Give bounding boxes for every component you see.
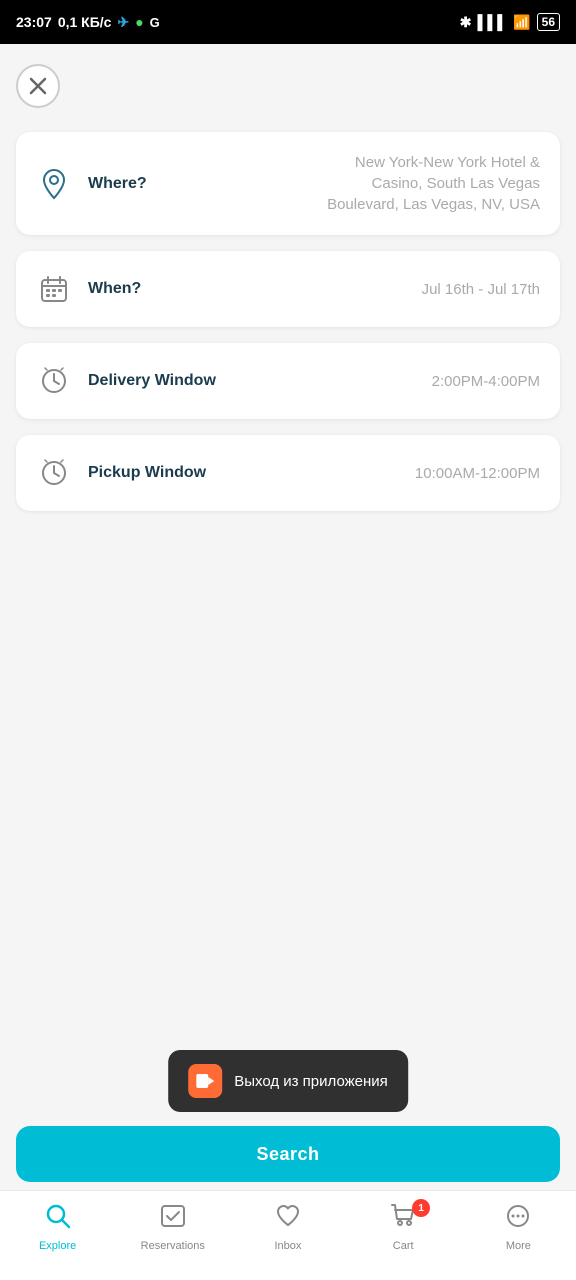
pickup-value: 10:00AM-12:00PM (415, 463, 540, 484)
close-button[interactable] (16, 64, 60, 108)
nav-item-explore[interactable]: Explore (23, 1203, 93, 1252)
status-right: ✱ ▌▌▌ 📶 56 (460, 13, 560, 31)
when-content: When? Jul 16th - Jul 17th (88, 279, 540, 300)
delivery-content: Delivery Window 2:00PM-4:00PM (88, 371, 540, 392)
wifi-icon: 📶 (513, 14, 530, 31)
where-card[interactable]: Where? New York-New York Hotel & Casino,… (16, 132, 560, 235)
pickup-clock-icon (36, 455, 72, 491)
toast-text: Выход из приложения (234, 1073, 388, 1090)
signal-icon: ▌▌▌ (477, 14, 507, 30)
when-card[interactable]: When? Jul 16th - Jul 17th (16, 251, 560, 327)
bottom-nav: Explore Reservations Inbox 1 (0, 1190, 576, 1280)
when-value: Jul 16th - Jul 17th (422, 279, 540, 300)
where-content: Where? New York-New York Hotel & Casino,… (88, 152, 540, 215)
reservations-icon (160, 1203, 186, 1236)
delivery-card[interactable]: Delivery Window 2:00PM-4:00PM (16, 343, 560, 419)
reservations-label: Reservations (141, 1240, 205, 1252)
when-label: When? (88, 280, 141, 298)
status-network: 0,1 КБ/с (58, 14, 112, 30)
pickup-card[interactable]: Pickup Window 10:00AM-12:00PM (16, 435, 560, 511)
nav-item-more[interactable]: More (483, 1203, 553, 1252)
telegram-icon: ✈ (117, 14, 129, 31)
calendar-icon (36, 271, 72, 307)
main-content: Where? New York-New York Hotel & Casino,… (0, 44, 576, 1190)
delivery-value: 2:00PM-4:00PM (432, 371, 540, 392)
cart-label: Cart (393, 1240, 414, 1252)
cart-badge: 1 (412, 1199, 430, 1217)
toast-notification: Выход из приложения (168, 1050, 408, 1112)
delivery-label: Delivery Window (88, 372, 216, 390)
more-icon (505, 1203, 531, 1236)
where-label: Where? (88, 175, 147, 193)
location-icon (36, 166, 72, 202)
status-left: 23:07 0,1 КБ/с ✈ ● G (16, 14, 160, 31)
pickup-label: Pickup Window (88, 464, 206, 482)
status-time: 23:07 (16, 14, 52, 30)
close-icon (29, 77, 47, 95)
google-icon: G (150, 15, 160, 30)
battery-indicator: 56 (537, 13, 560, 31)
status-bar: 23:07 0,1 КБ/с ✈ ● G ✱ ▌▌▌ 📶 56 (0, 0, 576, 44)
green-dot-icon: ● (135, 14, 143, 30)
nav-item-reservations[interactable]: Reservations (138, 1203, 208, 1252)
explore-icon (45, 1203, 71, 1236)
delivery-clock-icon (36, 363, 72, 399)
nav-item-cart[interactable]: 1 Cart (368, 1203, 438, 1252)
toast-video-icon (188, 1064, 222, 1098)
explore-label: Explore (39, 1240, 76, 1252)
inbox-label: Inbox (275, 1240, 302, 1252)
bluetooth-icon: ✱ (460, 14, 472, 31)
pickup-content: Pickup Window 10:00AM-12:00PM (88, 463, 540, 484)
inbox-icon (275, 1203, 301, 1236)
more-label: More (506, 1240, 531, 1252)
where-value: New York-New York Hotel & Casino, South … (300, 152, 540, 215)
nav-item-inbox[interactable]: Inbox (253, 1203, 323, 1252)
search-button[interactable]: Search (16, 1126, 560, 1182)
